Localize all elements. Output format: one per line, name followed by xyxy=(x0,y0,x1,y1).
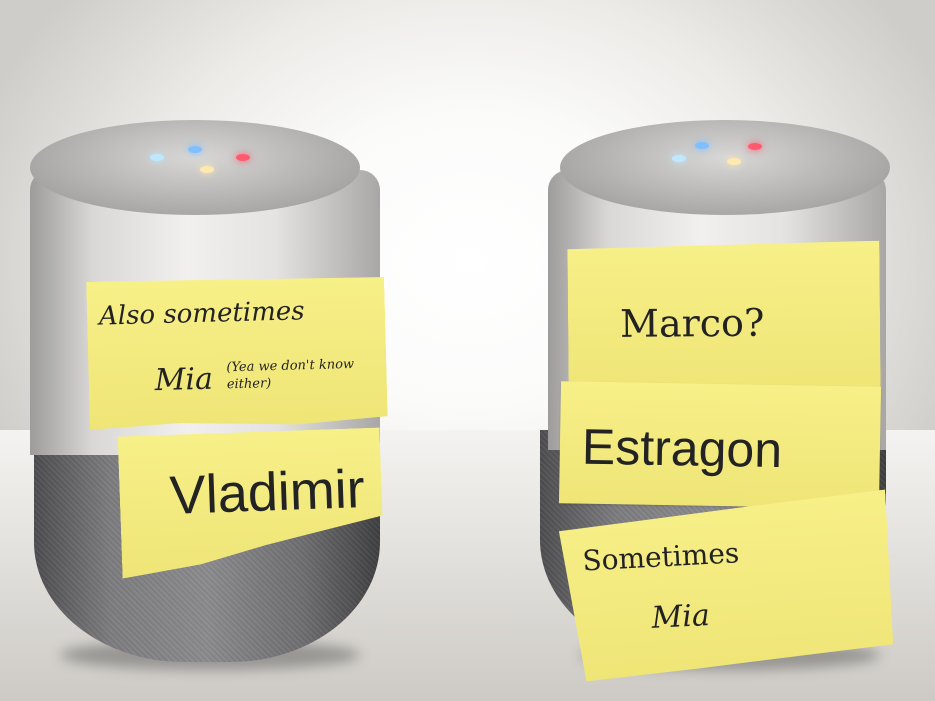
right-speaker-top xyxy=(560,120,890,215)
right-note-line1: Sometimes xyxy=(581,536,741,578)
right-led-1 xyxy=(672,155,686,162)
right-note-line2: Mia xyxy=(650,597,711,636)
photo-scene: Also sometimes Mia (Yea we don't know ei… xyxy=(0,0,935,701)
right-note-top-text: Marco? xyxy=(619,300,765,346)
right-led-4 xyxy=(727,158,741,165)
right-smart-speaker: Marco? Estragon Sometimes Mia xyxy=(0,0,935,701)
right-top-sticky-note: Marco? xyxy=(567,241,880,392)
right-led-2 xyxy=(695,142,709,149)
right-led-3 xyxy=(748,143,762,150)
right-note-name: Estragon xyxy=(581,418,783,479)
right-middle-sticky-note: Estragon xyxy=(558,381,882,509)
